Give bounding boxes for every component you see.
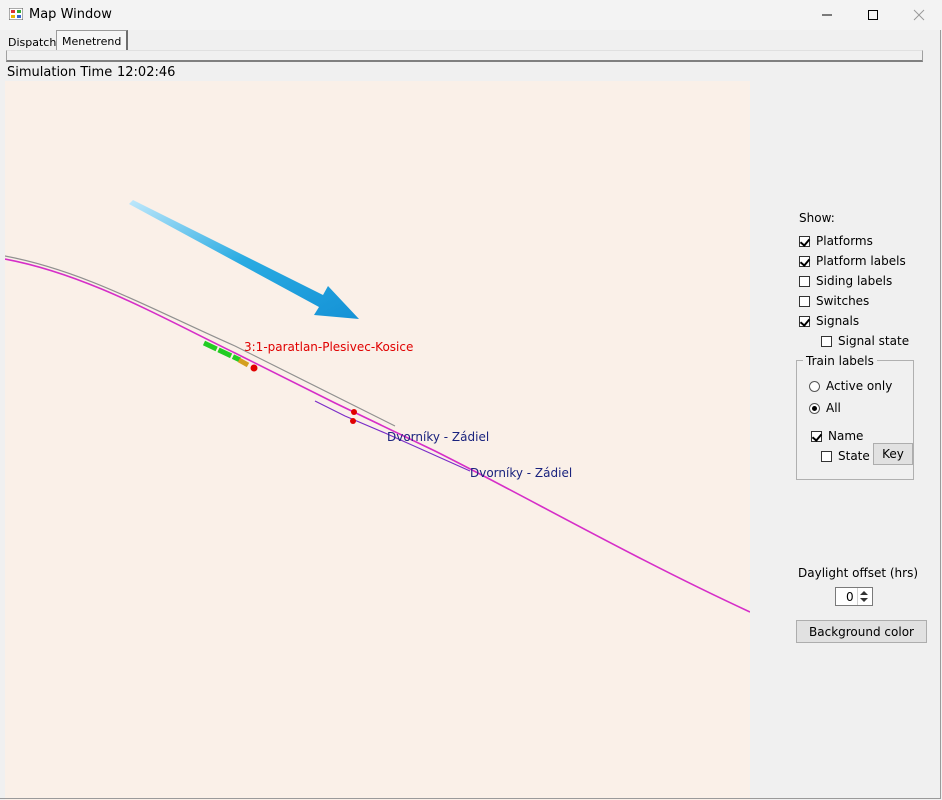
- checkbox-box[interactable]: [799, 295, 810, 307]
- train-labels-title: Train labels: [803, 354, 877, 368]
- background-color-button[interactable]: Background color: [796, 620, 927, 643]
- show-heading: Show:: [799, 211, 835, 225]
- key-button[interactable]: Key: [873, 443, 913, 465]
- maximize-button[interactable]: [850, 0, 896, 30]
- minimize-icon: [822, 14, 832, 16]
- title-bar: Map Window: [0, 0, 942, 30]
- checkbox-box[interactable]: [821, 335, 832, 347]
- active-only-label: Active only: [826, 379, 893, 393]
- signal-marker: [350, 418, 356, 424]
- checkbox-box[interactable]: [799, 255, 810, 267]
- all-label: All: [826, 401, 841, 415]
- simulation-time-label: Simulation Time: [7, 65, 113, 80]
- platforms-label: Platforms: [816, 234, 873, 248]
- signals-checkbox[interactable]: Signals: [799, 314, 859, 328]
- maximize-icon: [868, 10, 878, 20]
- daylight-offset-stepper[interactable]: 0: [835, 587, 873, 606]
- checkbox-box[interactable]: [821, 450, 832, 462]
- chevron-up-icon[interactable]: [860, 591, 868, 595]
- switches-checkbox[interactable]: Switches: [799, 294, 869, 308]
- checkbox-box[interactable]: [811, 430, 822, 442]
- platform-labels-label: Platform labels: [816, 254, 906, 268]
- siding-labels-label: Siding labels: [816, 274, 893, 288]
- map-canvas[interactable]: 3:1-paratlan-Plesivec-Kosice Dvorníky - …: [5, 81, 750, 800]
- platform-label: 3:1-paratlan-Plesivec-Kosice: [244, 340, 414, 354]
- train-label: Dvorníky - Zádiel: [387, 430, 490, 444]
- track-main: [5, 258, 750, 613]
- state-checkbox[interactable]: State: [821, 449, 870, 463]
- signals-label: Signals: [816, 314, 860, 328]
- active-only-radio[interactable]: Active only: [809, 379, 892, 393]
- checkbox-box[interactable]: [799, 275, 810, 287]
- close-button[interactable]: [896, 0, 942, 30]
- daylight-offset-value: 0: [846, 590, 854, 604]
- signal-state-checkbox[interactable]: Signal state: [821, 334, 909, 348]
- simulation-time-value: 12:02:46: [117, 65, 176, 80]
- daylight-offset-label: Daylight offset (hrs): [798, 566, 919, 580]
- siding-labels-checkbox[interactable]: Siding labels: [799, 274, 892, 288]
- stepper-arrows[interactable]: [857, 588, 872, 605]
- signal-marker: [351, 409, 357, 415]
- app-window-icon: [9, 8, 23, 20]
- radio-circle[interactable]: [809, 402, 820, 414]
- train-label: Dvorníky - Zádiel: [470, 466, 573, 480]
- tab-strip: Dispatch Menetrend: [0, 30, 942, 53]
- name-label: Name: [828, 429, 864, 443]
- platform-segment: [237, 357, 250, 368]
- minimize-button[interactable]: [804, 0, 850, 30]
- switches-label: Switches: [816, 294, 870, 308]
- annotation-arrow-icon: [129, 200, 359, 319]
- all-radio[interactable]: All: [809, 401, 841, 415]
- signal-marker: [250, 364, 258, 372]
- close-icon: [913, 9, 925, 21]
- checkbox-box[interactable]: [799, 315, 810, 327]
- name-checkbox[interactable]: Name: [811, 429, 863, 443]
- radio-circle[interactable]: [809, 380, 820, 392]
- window-title: Map Window: [29, 7, 112, 22]
- chevron-down-icon[interactable]: [860, 598, 868, 602]
- track-map: [5, 200, 750, 613]
- platform-labels-checkbox[interactable]: Platform labels: [799, 254, 906, 268]
- tab-panel-border: [6, 50, 923, 62]
- state-label: State: [838, 449, 870, 463]
- signal-state-label: Signal state: [838, 334, 910, 348]
- platforms-checkbox[interactable]: Platforms: [799, 234, 873, 248]
- checkbox-box[interactable]: [799, 235, 810, 247]
